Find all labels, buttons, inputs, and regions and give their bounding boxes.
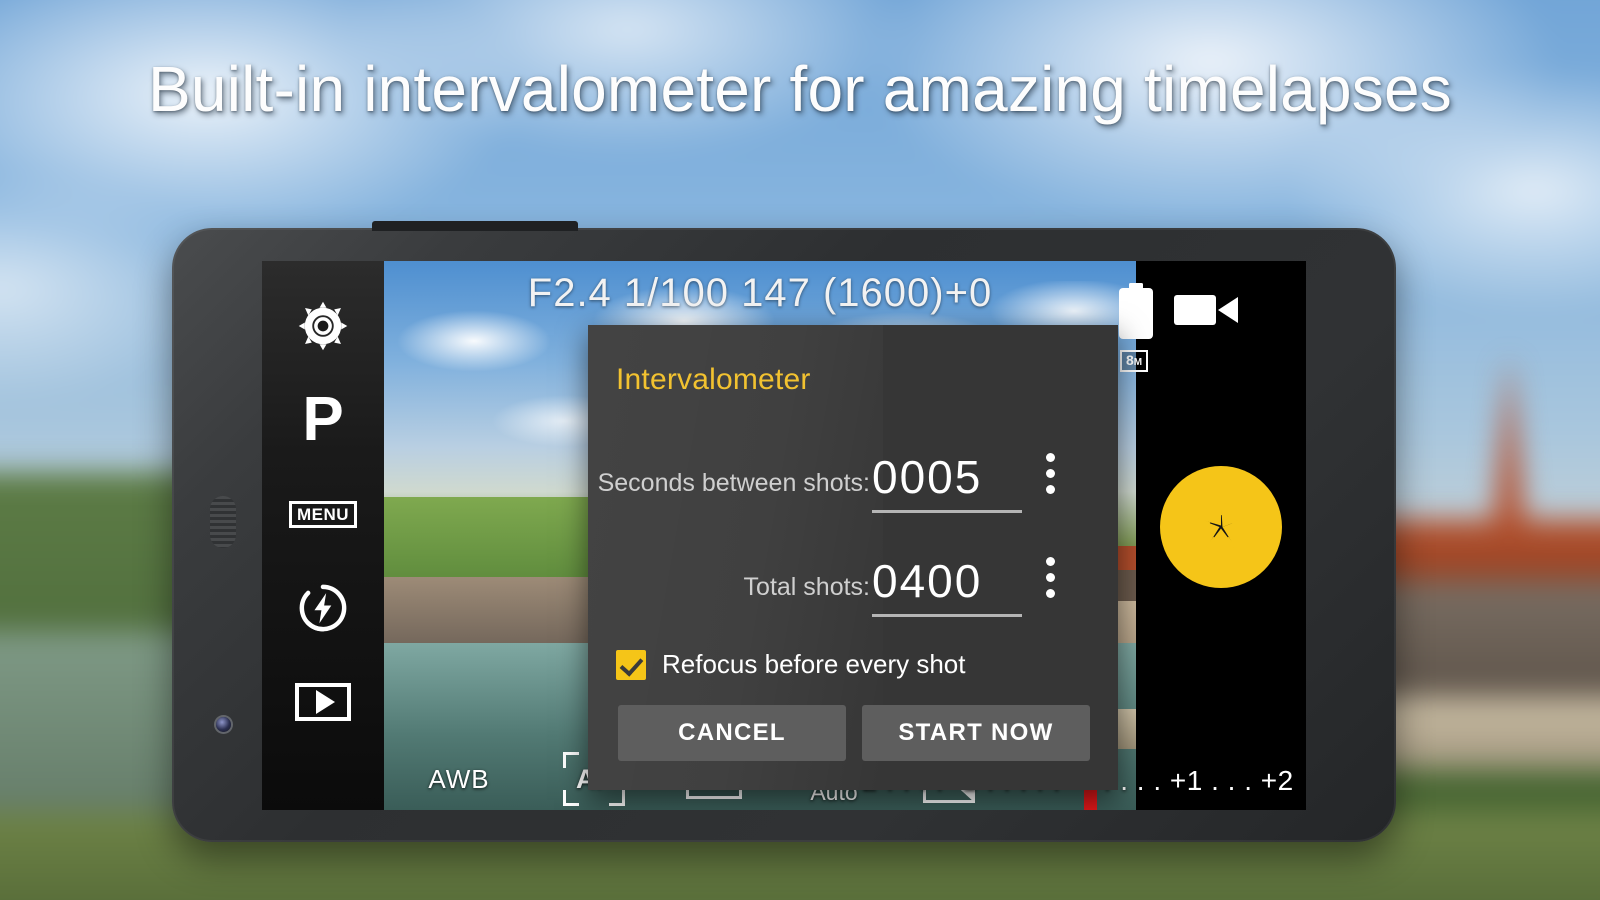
total-shots-value: 0400: [872, 554, 983, 607]
shutter-button[interactable]: [1160, 466, 1282, 588]
right-control-sidebar: [1136, 261, 1306, 810]
phone-screen: F2.4 1/100 147 (1600)+0 P MENU 8M AWB Au…: [262, 261, 1306, 810]
settings-button[interactable]: [262, 279, 384, 373]
flash-auto-icon: [299, 584, 347, 632]
battery-indicator: [1117, 283, 1155, 346]
menu-button[interactable]: MENU: [262, 467, 384, 561]
intervalometer-dialog: Intervalometer Seconds between shots: 00…: [588, 325, 1118, 790]
overflow-menu-icon[interactable]: [1046, 557, 1055, 598]
white-balance-button[interactable]: AWB: [384, 764, 534, 795]
video-camera-icon: [1174, 295, 1238, 325]
shutter-aperture-icon: [1195, 501, 1247, 553]
screenshot-stage: Built-in intervalometer for amazing time…: [0, 0, 1600, 900]
left-control-sidebar: P MENU: [262, 261, 384, 810]
refocus-checkbox-row[interactable]: Refocus before every shot: [616, 649, 966, 680]
refocus-checkbox[interactable]: [616, 649, 646, 680]
exposure-scale-right: . . . . . +1 . . . +2: [1087, 765, 1294, 796]
total-shots-label: Total shots:: [743, 572, 870, 601]
menu-label: MENU: [288, 500, 358, 528]
seconds-between-shots-row: Seconds between shots: 0005: [588, 447, 1118, 519]
phone-device: F2.4 1/100 147 (1600)+0 P MENU 8M AWB Au…: [172, 221, 1396, 842]
resolution-unit: M: [1133, 357, 1143, 368]
gear-icon: [298, 301, 348, 351]
dialog-title: Intervalometer: [616, 363, 811, 396]
resolution-badge[interactable]: 8M: [1120, 350, 1149, 372]
battery-icon: [1119, 283, 1153, 339]
camera-status-line: F2.4 1/100 147 (1600)+0: [527, 271, 993, 315]
front-camera-lens: [216, 717, 231, 732]
seconds-between-shots-field[interactable]: 0005: [872, 454, 1022, 513]
seconds-between-shots-value: 0005: [872, 450, 983, 503]
flash-mode-button[interactable]: [262, 561, 384, 655]
page-title: Built-in intervalometer for amazing time…: [148, 53, 1452, 125]
gallery-play-icon: [295, 683, 351, 721]
resolution-value: 8: [1126, 352, 1134, 368]
overflow-menu-icon[interactable]: [1046, 453, 1055, 494]
gallery-button[interactable]: [262, 655, 384, 749]
cancel-button[interactable]: CANCEL: [618, 705, 846, 761]
total-shots-field[interactable]: 0400: [872, 558, 1022, 617]
total-shots-row: Total shots: 0400: [588, 551, 1118, 623]
refocus-checkbox-label: Refocus before every shot: [662, 649, 966, 679]
seconds-between-shots-label: Seconds between shots:: [597, 468, 870, 497]
dialog-actions: CANCEL START NOW: [618, 705, 1090, 761]
white-balance-label: AWB: [428, 763, 490, 794]
mode-label: P: [302, 385, 344, 454]
earpiece-speaker: [210, 496, 236, 548]
video-record-button[interactable]: [1174, 289, 1240, 336]
shooting-mode-button[interactable]: P: [262, 373, 384, 467]
start-now-button[interactable]: START NOW: [862, 705, 1090, 761]
